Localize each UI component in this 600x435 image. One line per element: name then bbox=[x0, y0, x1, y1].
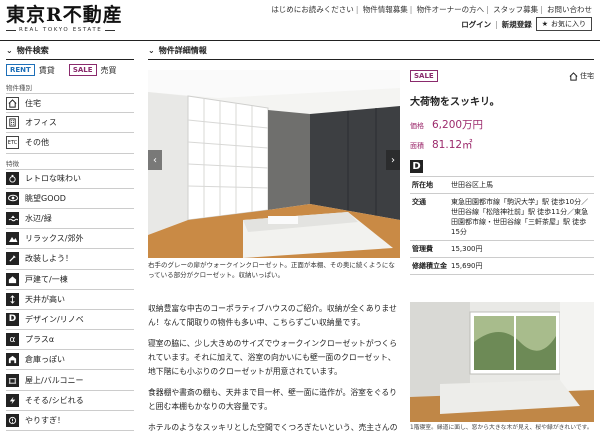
type-item-office[interactable]: オフィス bbox=[6, 113, 134, 134]
user-actions: ログイン | 新規登録 ★ お気に入り bbox=[461, 17, 592, 31]
description-paragraph: 収納豊富な中古のコーポラティブハウスのご紹介。収納が全くありません！なんて間取り… bbox=[148, 304, 397, 327]
header-divider bbox=[0, 40, 600, 41]
sale-badge[interactable]: SALE bbox=[68, 64, 97, 76]
area-row: 面積 81.12㎡ bbox=[410, 139, 473, 151]
logo-subtitle: REAL TOKYO ESTATE bbox=[6, 27, 134, 33]
overdone-icon bbox=[6, 413, 19, 427]
table-row: 交通 東急田園都市線「駒沢大学」駅 徒歩10分／世田谷線「松陰神社前」駅 徒歩11… bbox=[410, 193, 594, 241]
chevron-down-icon: ⌄ bbox=[148, 46, 155, 55]
search-section-rule bbox=[6, 59, 134, 60]
favorites-button[interactable]: ★ お気に入り bbox=[535, 17, 592, 31]
nav-contact-link[interactable]: お問い合わせ bbox=[547, 5, 592, 14]
property-type-list: 住宅 オフィス ETC その他 bbox=[6, 93, 134, 154]
property-type-label: 物件種別 bbox=[6, 84, 32, 92]
detail-section-header: ⌄ 物件詳細情報 bbox=[148, 46, 207, 55]
property-detail-panel: SALE 住宅 大荷物をスッキリ。 価格 6,200万円 面積 81.12㎡ D… bbox=[410, 70, 594, 275]
bedroom-photo bbox=[148, 70, 400, 258]
rent-label[interactable]: 賃貸 bbox=[39, 65, 55, 76]
secondary-photo-caption: 1階寝室。縁道に面し、窓から大きな木が見え、桜や緑がきれいです。 bbox=[410, 425, 593, 431]
high-ceiling-icon bbox=[6, 292, 19, 306]
feature-item-waterside[interactable]: 水辺/緑 bbox=[6, 209, 134, 230]
property-photo[interactable]: ‹ › bbox=[148, 70, 400, 258]
warehouse-icon bbox=[6, 353, 19, 367]
design-mark-icon: D bbox=[410, 160, 423, 173]
table-row: 修繕積立金 15,690円 bbox=[410, 257, 594, 275]
etc-icon: ETC bbox=[6, 136, 19, 150]
feature-item-renovate[interactable]: 改装しよう！ bbox=[6, 249, 134, 270]
relax-icon bbox=[6, 232, 19, 246]
bedroom-window-photo bbox=[410, 302, 594, 422]
feature-item-relax[interactable]: リラックス/郊外 bbox=[6, 229, 134, 250]
feature-label: 特徴 bbox=[6, 159, 19, 168]
property-info-table: 所在地 世田谷区上馬 交通 東急田園都市線「駒沢大学」駅 徒歩10分／世田谷線「松陰… bbox=[410, 176, 594, 275]
feature-item-plus-alpha[interactable]: α プラスα bbox=[6, 330, 134, 351]
feature-item-high-ceiling[interactable]: 天井が高い bbox=[6, 290, 134, 310]
feature-list: レトロな味わい 眺望GOOD 水辺/緑 リラックス/郊外 改装しよう！ 戸建て/… bbox=[6, 168, 134, 431]
property-title: 大荷物をスッキリ。 bbox=[410, 97, 500, 108]
site-logo[interactable]: 東京R不動産 REAL TOKYO ESTATE bbox=[6, 4, 134, 33]
feature-item-warehouse[interactable]: 倉庫っぽい bbox=[6, 350, 134, 371]
feature-item-detached[interactable]: 戸建て/一棟 bbox=[6, 270, 134, 290]
table-row: 所在地 世田谷区上馬 bbox=[410, 176, 594, 194]
photo-caption: 右手のグレーの扉がウォークインクローゼット。正面が本棚、その奥に続くようになって… bbox=[148, 261, 395, 279]
chevron-down-icon: ⌄ bbox=[6, 46, 13, 55]
star-icon: ★ bbox=[541, 20, 548, 28]
feature-item-retro[interactable]: レトロな味わい bbox=[6, 168, 134, 189]
nav-intro-link[interactable]: はじめにお読みください bbox=[271, 5, 354, 14]
plus-alpha-icon: α bbox=[6, 333, 19, 347]
feature-item-overdone[interactable]: やりすぎ！ bbox=[6, 411, 134, 431]
type-item-etc[interactable]: ETC その他 bbox=[6, 133, 134, 154]
login-link[interactable]: ログイン bbox=[461, 19, 491, 30]
description-paragraph: ホテルのようなスッキリとした空間でくつろぎたいという、売主さんの bbox=[148, 423, 398, 432]
sale-tag: SALE bbox=[410, 70, 438, 82]
nav-recruit-link[interactable]: スタッフ募集 bbox=[493, 5, 538, 14]
secondary-photo[interactable] bbox=[410, 302, 594, 422]
table-row: 管理費 15,300円 bbox=[410, 240, 594, 258]
description-paragraph: 食器棚や書斎の棚も、天井まで目一杯、壁一面に造作が。浴室をぐるりと囲む本棚もかな… bbox=[148, 388, 397, 411]
renovate-icon bbox=[6, 252, 19, 266]
feature-item-exciting[interactable]: そそる/シビれる bbox=[6, 391, 134, 411]
sale-label[interactable]: 売買 bbox=[101, 65, 117, 76]
description-paragraph: 寝室の脇に、少し大きめのサイズでウォークインクローゼットがつくられています。それ… bbox=[148, 339, 398, 376]
rent-sale-toggle: RENT 賃貸 SALE 売買 bbox=[6, 64, 134, 76]
retro-icon bbox=[6, 172, 19, 186]
rooftop-icon bbox=[6, 373, 19, 387]
house-icon bbox=[569, 71, 578, 81]
eye-icon bbox=[6, 191, 19, 205]
property-kind: 住宅 bbox=[569, 71, 594, 81]
feature-item-rooftop[interactable]: 屋上/バルコニー bbox=[6, 370, 134, 391]
rent-badge[interactable]: RENT bbox=[6, 64, 35, 76]
top-nav: はじめにお読みください | 物件情報募集 | 物件オーナーの方へ | スタッフ募集 | … bbox=[271, 5, 592, 14]
search-section-header: ⌄ 物件検索 bbox=[6, 46, 49, 55]
area-value: 81.12㎡ bbox=[432, 139, 473, 151]
exciting-icon bbox=[6, 393, 19, 407]
next-photo-arrow[interactable]: › bbox=[386, 150, 400, 170]
nav-listing-request-link[interactable]: 物件情報募集 bbox=[363, 5, 408, 14]
feature-item-design[interactable]: D デザイン/リノベ bbox=[6, 310, 134, 331]
waterside-icon bbox=[6, 212, 19, 226]
nav-owner-link[interactable]: 物件オーナーの方へ bbox=[417, 5, 485, 14]
price-value: 6,200万円 bbox=[432, 119, 484, 131]
type-item-house[interactable]: 住宅 bbox=[6, 93, 134, 114]
prev-photo-arrow[interactable]: ‹ bbox=[148, 150, 162, 170]
detached-house-icon bbox=[6, 272, 19, 286]
logo-text: 東京R不動産 bbox=[6, 4, 123, 26]
detail-section-rule bbox=[148, 59, 594, 60]
register-link[interactable]: 新規登録 bbox=[502, 19, 532, 30]
price-row: 価格 6,200万円 bbox=[410, 119, 484, 131]
property-description: 収納豊富な中古のコーポラティブハウスのご紹介。収納が全くありません！なんて間取り… bbox=[148, 302, 400, 435]
office-icon bbox=[6, 116, 19, 130]
house-icon bbox=[6, 96, 19, 110]
feature-item-view[interactable]: 眺望GOOD bbox=[6, 189, 134, 209]
search-sidebar: RENT 賃貸 SALE 売買 物件種別 住宅 オフィス ETC その他 特徴 bbox=[6, 64, 134, 431]
design-icon: D bbox=[6, 312, 19, 326]
